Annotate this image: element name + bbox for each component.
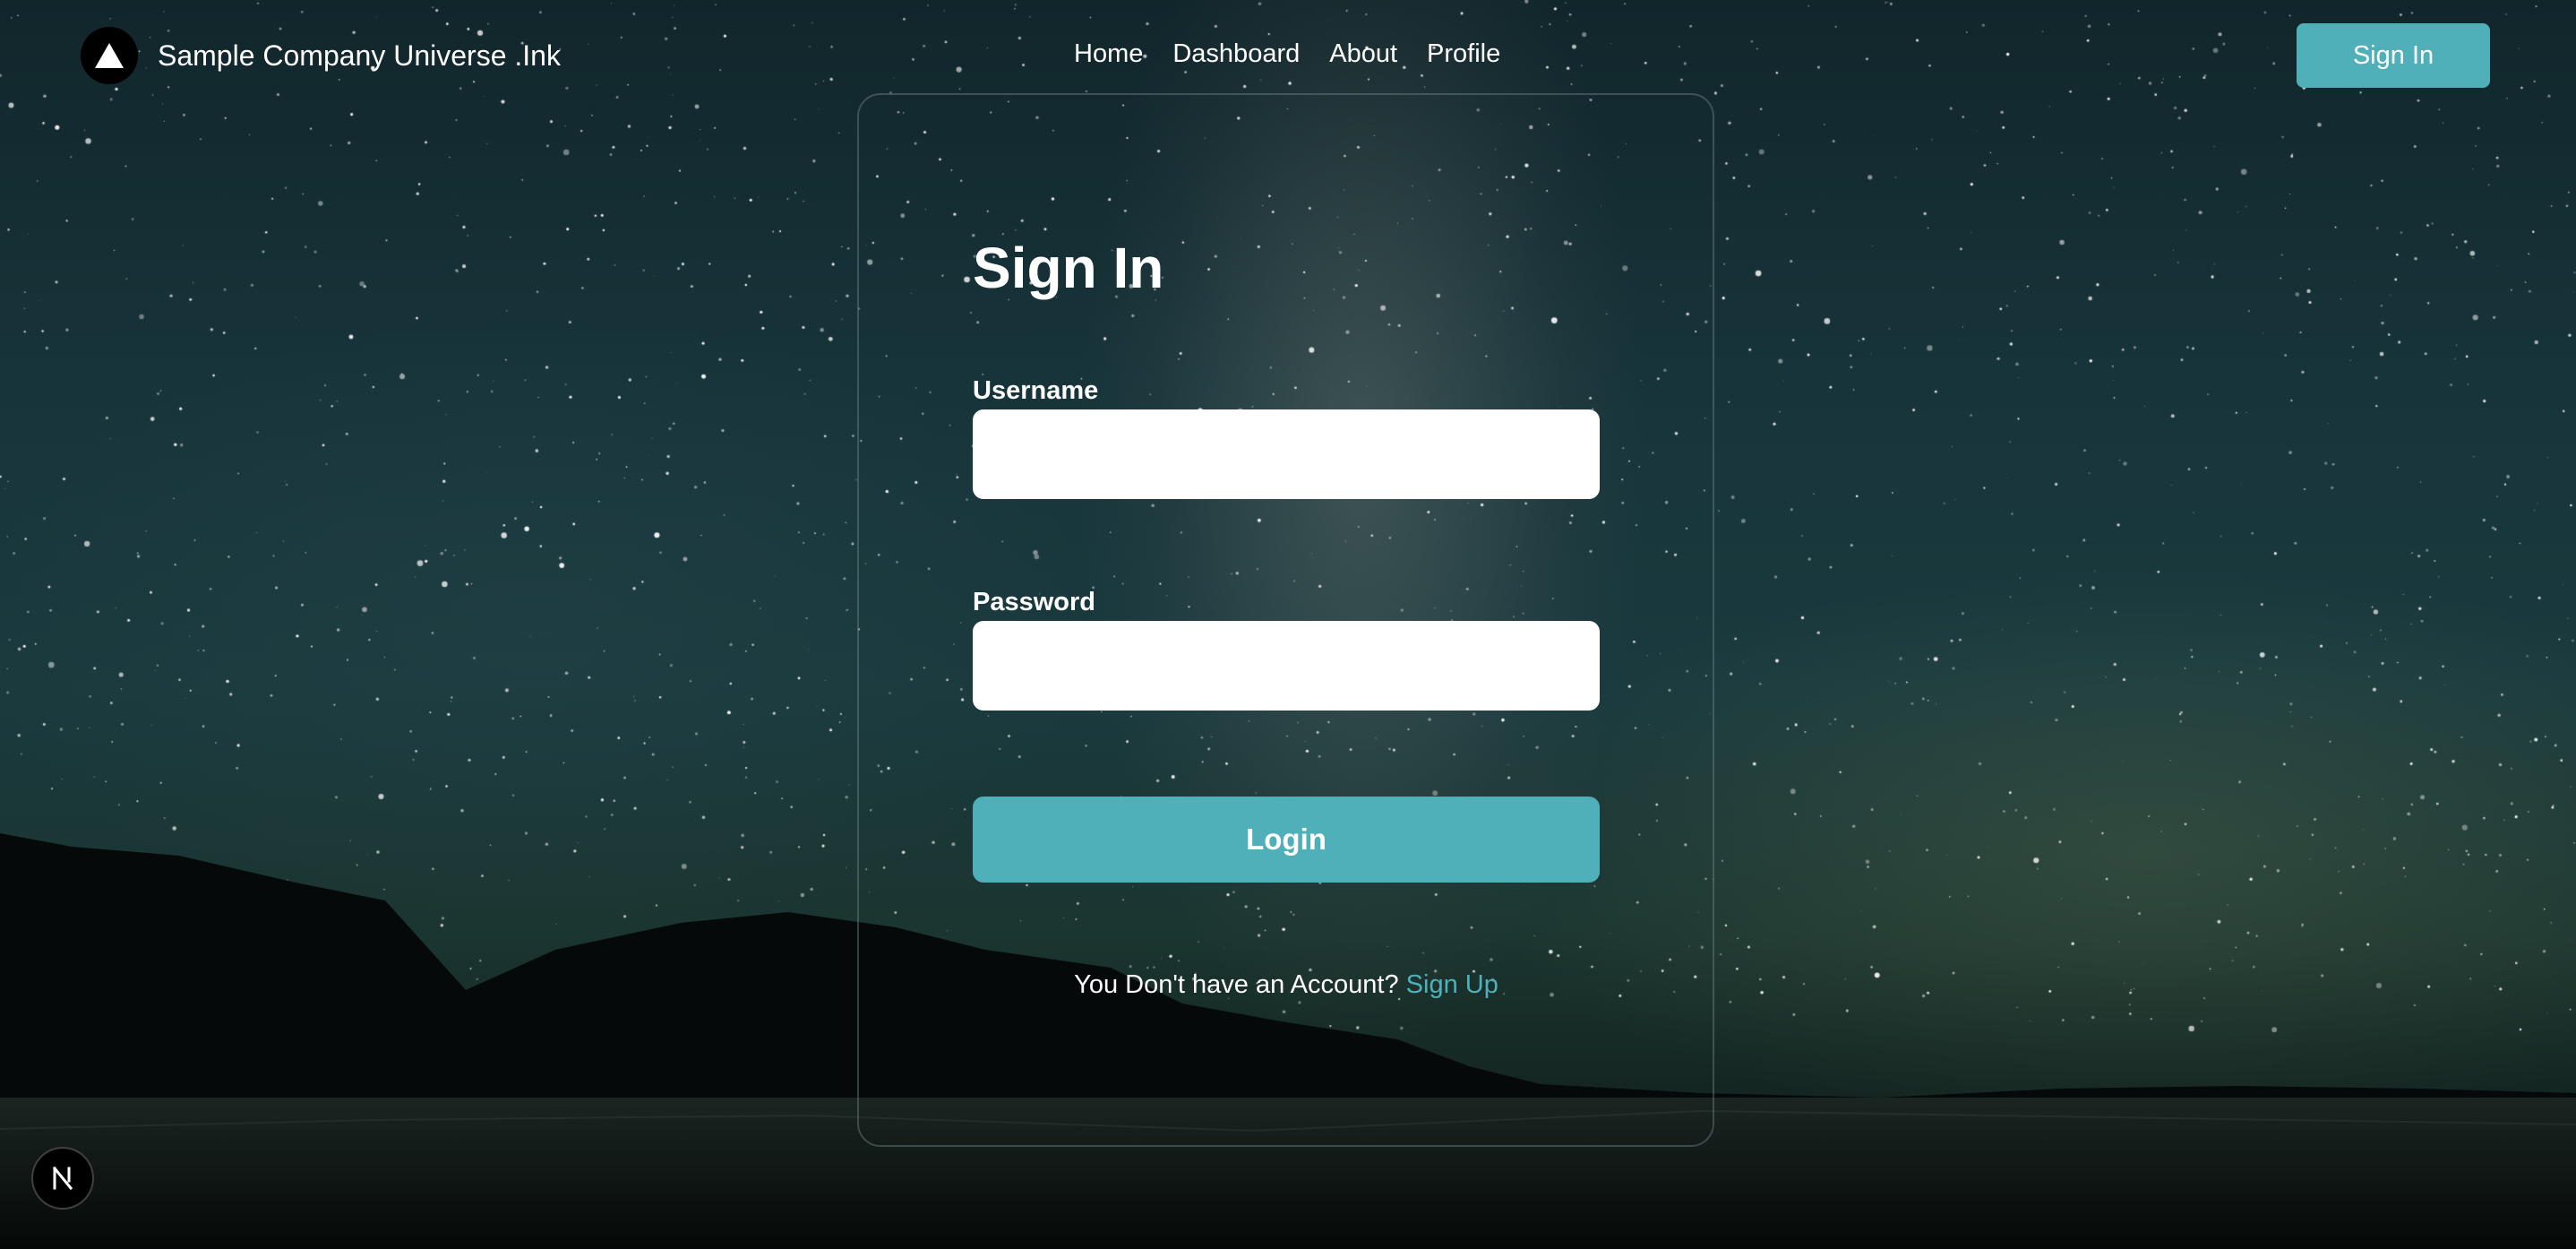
nav-links: Home Dashboard About Profile bbox=[1074, 39, 1500, 69]
nav-link-about[interactable]: About bbox=[1329, 39, 1397, 69]
brand-name: Sample Company Universe .Ink bbox=[158, 39, 561, 72]
password-input[interactable] bbox=[973, 621, 1600, 711]
username-input[interactable] bbox=[973, 409, 1600, 499]
signup-link[interactable]: Sign Up bbox=[1406, 970, 1498, 999]
nextjs-n-icon[interactable] bbox=[31, 1147, 94, 1210]
nav-link-profile[interactable]: Profile bbox=[1427, 39, 1500, 69]
signup-prompt-text: You Don't have an Account? bbox=[1074, 970, 1399, 999]
signup-prompt-row: You Don't have an Account? Sign Up bbox=[973, 970, 1600, 1000]
brand[interactable]: Sample Company Universe .Ink bbox=[81, 27, 561, 84]
username-label: Username bbox=[973, 376, 1099, 405]
triangle-logo-icon bbox=[81, 27, 138, 84]
nav-link-dashboard[interactable]: Dashboard bbox=[1172, 39, 1300, 69]
login-button[interactable]: Login bbox=[973, 797, 1600, 883]
nav-sign-in-button[interactable]: Sign In bbox=[2297, 23, 2490, 88]
page-title: Sign In bbox=[973, 236, 1164, 300]
nav-link-home[interactable]: Home bbox=[1074, 39, 1143, 69]
password-label: Password bbox=[973, 588, 1095, 616]
